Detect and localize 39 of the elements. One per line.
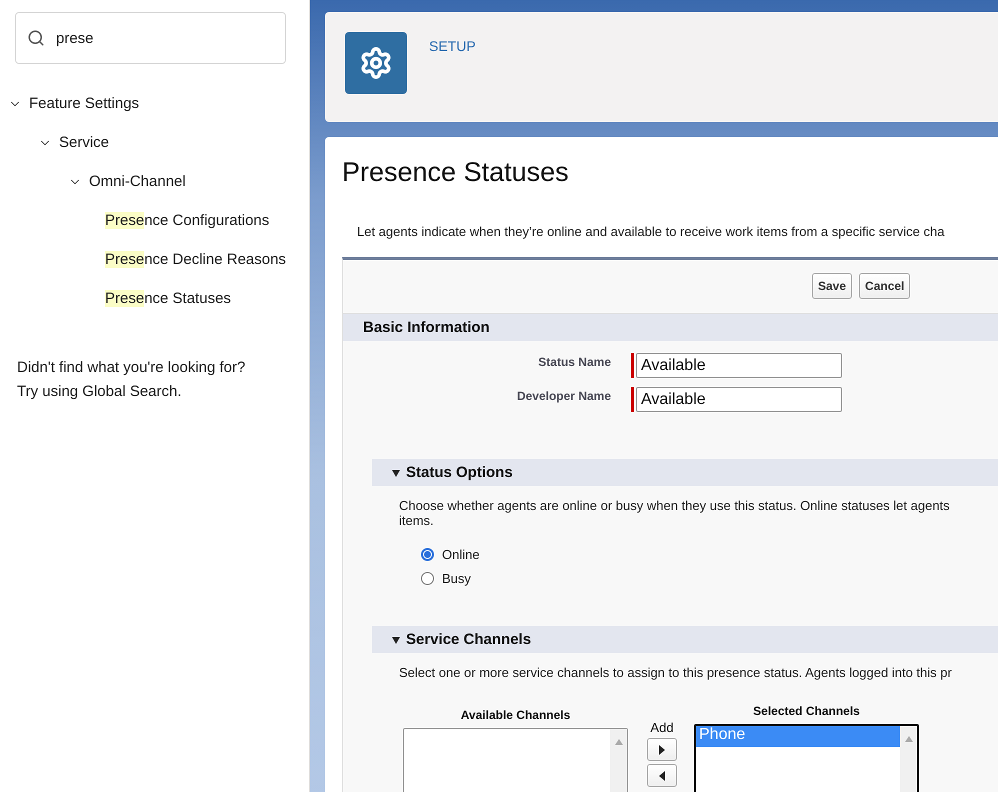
- search-field[interactable]: prese: [15, 12, 286, 64]
- settings-icon: [359, 46, 393, 80]
- scroll-up-icon: [904, 734, 912, 744]
- radio-button[interactable]: [421, 572, 434, 584]
- tree-link[interactable]: Presence Statuses: [0, 279, 309, 318]
- radio-label: Online: [442, 546, 480, 562]
- scroll-up-icon: [614, 737, 622, 747]
- remove-button[interactable]: [647, 764, 677, 787]
- form-button[interactable]: Save: [812, 273, 852, 299]
- tree-item[interactable]: Feature Settings: [29, 95, 140, 112]
- section-title: Basic Information: [363, 319, 490, 336]
- section-header[interactable]: Service Channels: [372, 626, 998, 653]
- text-field[interactable]: Available: [636, 353, 842, 378]
- list-title: Selected Channels: [753, 704, 860, 720]
- add-button[interactable]: [647, 738, 677, 761]
- radio-label: Busy: [442, 570, 471, 586]
- search-icon: [27, 29, 45, 47]
- list-title: Available Channels: [460, 708, 570, 724]
- left-triangle-icon: [658, 770, 666, 780]
- add-label: Add: [650, 720, 674, 735]
- form-button[interactable]: Cancel: [859, 273, 910, 299]
- section-description: Choose whether agents are online or busy when they use this status. Online statuses let agents items.: [399, 498, 951, 528]
- tree-link[interactable]: Presence Decline Reasons: [0, 240, 309, 279]
- section-title: Status Options: [406, 464, 513, 481]
- text-field[interactable]: Available: [636, 387, 842, 412]
- help-text: Didn't find what you're looking for? Try using Global Search.: [17, 358, 246, 402]
- field-label: Status Name: [537, 354, 611, 369]
- tree-link[interactable]: Presence Configurations: [0, 201, 309, 240]
- page-title: Presence Statuses: [342, 157, 570, 188]
- right-triangle-icon: [658, 744, 666, 754]
- field-label: Developer Name: [516, 388, 611, 403]
- breadcrumb-link[interactable]: SETUP: [429, 38, 476, 54]
- radio-button[interactable]: [421, 548, 434, 560]
- section-description: Select one or more service channels to assign to this presence status. Agents logged into this pr: [399, 665, 953, 680]
- section-title: Service Channels: [406, 631, 532, 648]
- page-description: Let agents indicate when they’re online and available to receive work items from a specific service cha: [357, 224, 946, 239]
- tree-item[interactable]: Service: [59, 134, 110, 151]
- section-header[interactable]: Status Options: [372, 459, 998, 486]
- tree-item[interactable]: Omni-Channel: [89, 173, 186, 190]
